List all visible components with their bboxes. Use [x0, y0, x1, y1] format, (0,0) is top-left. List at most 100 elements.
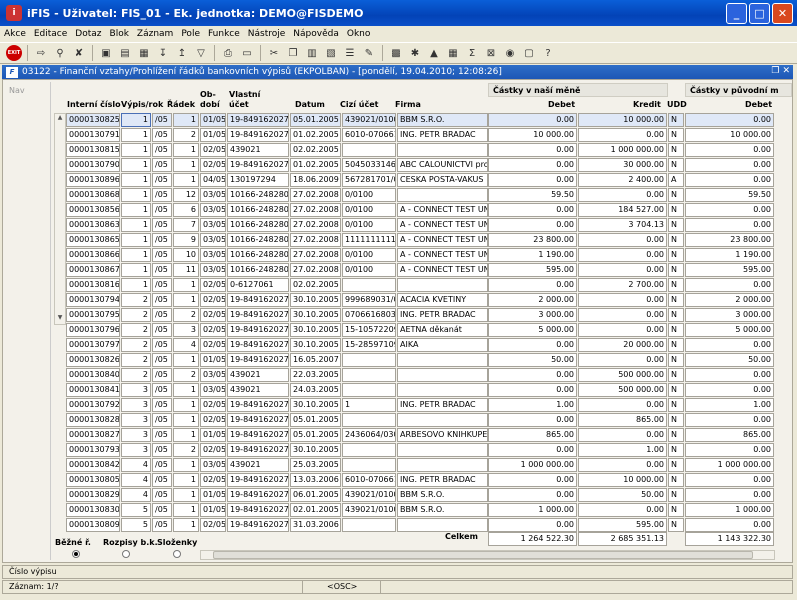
cell-udd[interactable]: N — [668, 308, 684, 322]
cell-debet[interactable]: 0.00 — [488, 368, 577, 382]
cell-udd[interactable]: N — [668, 143, 684, 157]
cell-udd[interactable]: N — [668, 353, 684, 367]
cell-debet-orig[interactable]: 10 000.00 — [685, 128, 774, 142]
cell-obdobi[interactable]: 03/05 — [200, 248, 226, 262]
cell-obdobi[interactable]: 03/05 — [200, 368, 226, 382]
cell-firma[interactable]: ABC CALOUNICTVI pro — [397, 158, 488, 172]
cell-vypis[interactable]: 3 — [121, 413, 151, 427]
cell-udd[interactable]: N — [668, 248, 684, 262]
cell-cizi-ucet[interactable]: 0706616803/0 — [342, 308, 396, 322]
cell-cizi-ucet[interactable] — [342, 413, 396, 427]
cell-datum[interactable]: 01.02.2005 — [290, 128, 341, 142]
cell-kredit[interactable]: 1.00 — [578, 443, 667, 457]
cell-vlastni-ucet[interactable]: 19-8491620277 — [227, 113, 289, 127]
cell-vypis[interactable]: 3 — [121, 428, 151, 442]
cell-debet[interactable]: 0.00 — [488, 278, 577, 292]
cell-debet-orig[interactable]: 50.00 — [685, 353, 774, 367]
cell-firma[interactable] — [397, 368, 488, 382]
menu-item[interactable]: Dotaz — [75, 29, 101, 39]
cell-vypis[interactable]: 2 — [121, 338, 151, 352]
menu-item[interactable]: Funkce — [208, 29, 240, 39]
cell-obdobi[interactable]: 03/05 — [200, 233, 226, 247]
restore-icon[interactable]: ❐ — [771, 66, 779, 76]
cell-datum[interactable]: 24.03.2005 — [290, 383, 341, 397]
paste-icon[interactable]: ▥ — [304, 45, 320, 61]
cell-firma[interactable]: A - CONNECT TEST UNI — [397, 263, 488, 277]
cell-cizi-ucet[interactable]: 15-10572209/ — [342, 323, 396, 337]
cell-debet-orig[interactable]: 0.00 — [685, 413, 774, 427]
scroll-down-icon[interactable]: ▼ — [55, 314, 65, 324]
cell-kredit[interactable]: 595.00 — [578, 518, 667, 532]
sort-asc-icon[interactable]: ↧ — [155, 45, 171, 61]
duplicate-icon[interactable]: ▧ — [323, 45, 339, 61]
cell-cizi-ucet[interactable]: 1 — [342, 398, 396, 412]
cell-interni[interactable]: 0000130805 — [66, 473, 120, 487]
filter-icon[interactable]: ▽ — [193, 45, 209, 61]
menu-item[interactable]: Akce — [4, 29, 26, 39]
cell-firma[interactable]: BBM S.R.O. — [397, 113, 488, 127]
cell-kredit[interactable]: 2 700.00 — [578, 278, 667, 292]
cell-radek[interactable]: 1 — [173, 488, 199, 502]
cell-debet[interactable]: 1.00 — [488, 398, 577, 412]
cell-kredit[interactable]: 30 000.00 — [578, 158, 667, 172]
cell-rok[interactable]: /05 — [152, 323, 172, 337]
cell-kredit[interactable]: 10 000.00 — [578, 473, 667, 487]
cell-vlastni-ucet[interactable]: 10166-2482809 — [227, 233, 289, 247]
cell-kredit[interactable]: 20 000.00 — [578, 338, 667, 352]
lock-icon[interactable]: ▣ — [98, 45, 114, 61]
cell-cizi-ucet[interactable] — [342, 278, 396, 292]
cell-cizi-ucet[interactable]: 439021/0100 — [342, 488, 396, 502]
menu-item[interactable]: Nástroje — [248, 29, 286, 39]
cell-debet-orig[interactable]: 5 000.00 — [685, 323, 774, 337]
cell-vlastni-ucet[interactable]: 19-8491620277 — [227, 488, 289, 502]
cell-interni[interactable]: 0000130809 — [66, 518, 120, 532]
cell-obdobi[interactable]: 02/05 — [200, 278, 226, 292]
cell-cizi-ucet[interactable]: 0/0100 — [342, 203, 396, 217]
cell-obdobi[interactable]: 02/05 — [200, 323, 226, 337]
cell-datum[interactable]: 27.02.2008 — [290, 203, 341, 217]
cell-vypis[interactable]: 5 — [121, 518, 151, 532]
minimize-button[interactable]: _ — [726, 3, 747, 24]
cell-datum[interactable]: 30.10.2005 — [290, 308, 341, 322]
cell-datum[interactable]: 06.01.2005 — [290, 488, 341, 502]
cell-interni[interactable]: 0000130866 — [66, 248, 120, 262]
cell-firma[interactable]: ING. PETR BRADAC — [397, 128, 488, 142]
cell-rok[interactable]: /05 — [152, 263, 172, 277]
cell-datum[interactable]: 25.03.2005 — [290, 458, 341, 472]
cell-cizi-ucet[interactable]: 6010-0706616 — [342, 128, 396, 142]
cell-rok[interactable]: /05 — [152, 278, 172, 292]
cell-debet[interactable]: 0.00 — [488, 383, 577, 397]
cell-obdobi[interactable]: 03/05 — [200, 203, 226, 217]
menu-item[interactable]: Záznam — [137, 29, 173, 39]
cell-debet[interactable]: 595.00 — [488, 263, 577, 277]
cell-debet[interactable]: 59.50 — [488, 188, 577, 202]
cell-firma[interactable] — [397, 188, 488, 202]
cell-radek[interactable]: 3 — [173, 323, 199, 337]
cell-debet-orig[interactable]: 0.00 — [685, 143, 774, 157]
cell-radek[interactable]: 1 — [173, 413, 199, 427]
cell-cizi-ucet[interactable] — [342, 353, 396, 367]
cell-debet[interactable]: 0.00 — [488, 473, 577, 487]
cell-vlastni-ucet[interactable]: 10166-2482809 — [227, 248, 289, 262]
cell-radek[interactable]: 7 — [173, 218, 199, 232]
radio-rozpisy[interactable] — [122, 550, 130, 558]
cell-rok[interactable]: /05 — [152, 218, 172, 232]
cell-interni[interactable]: 0000130816 — [66, 278, 120, 292]
cell-datum[interactable]: 31.03.2006 — [290, 518, 341, 532]
horizontal-scrollbar[interactable] — [200, 550, 775, 560]
cell-datum[interactable]: 02.02.2005 — [290, 143, 341, 157]
cell-firma[interactable]: ING. PETR BRADAC — [397, 473, 488, 487]
enter-query-icon[interactable]: ⚲ — [52, 45, 68, 61]
cell-radek[interactable]: 1 — [173, 383, 199, 397]
cell-firma[interactable] — [397, 518, 488, 532]
sort-desc-icon[interactable]: ↥ — [174, 45, 190, 61]
cell-vypis[interactable]: 1 — [121, 248, 151, 262]
cell-debet[interactable]: 0.00 — [488, 113, 577, 127]
cell-kredit[interactable]: 0.00 — [578, 293, 667, 307]
cell-obdobi[interactable]: 01/05 — [200, 428, 226, 442]
cell-radek[interactable]: 2 — [173, 368, 199, 382]
cell-vypis[interactable]: 1 — [121, 173, 151, 187]
cell-radek[interactable]: 1 — [173, 293, 199, 307]
cell-cizi-ucet[interactable]: 0/0100 — [342, 263, 396, 277]
cell-debet[interactable]: 1 000.00 — [488, 503, 577, 517]
